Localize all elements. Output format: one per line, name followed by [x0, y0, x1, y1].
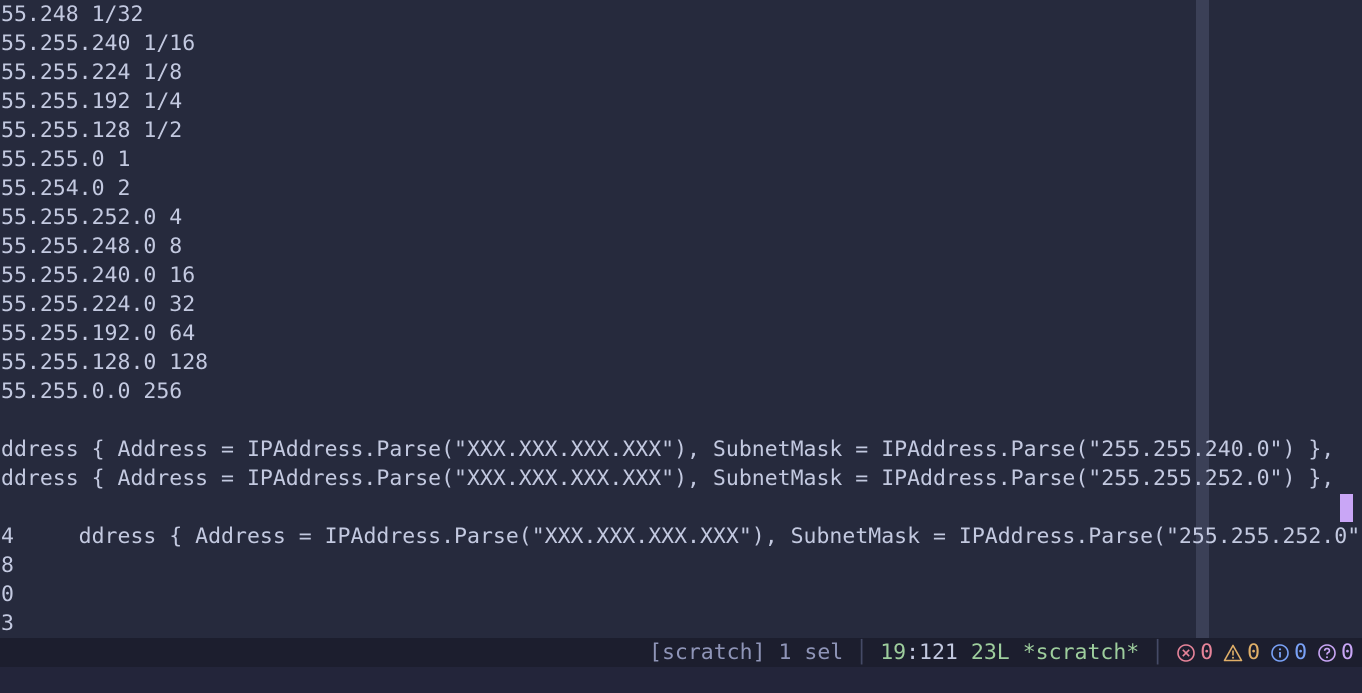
cursor-column: 121 — [919, 640, 958, 665]
editor-line[interactable]: ddress { Address = IPAddress.Parse("XXX.… — [1, 464, 1362, 493]
status-right: [scratch] 1 sel │ 19:121 23L *scratch* │… — [649, 638, 1354, 667]
editor-line[interactable]: ddress { Address = IPAddress.Parse("XXX.… — [1, 435, 1362, 464]
status-bar: [scratch] 1 sel │ 19:121 23L *scratch* │… — [0, 638, 1362, 667]
question-circle-icon — [1318, 643, 1336, 662]
editor-text[interactable]: 55.248 1/32 55.255.240 1/16 55.255.224 1… — [1, 0, 1362, 638]
buffer-name: *scratch* — [1022, 640, 1140, 665]
editor-line[interactable]: 55.255.248.0 8 — [1, 232, 1362, 261]
info-count: 0 — [1294, 640, 1308, 665]
hint-count: 0 — [1341, 640, 1354, 665]
info-indicator[interactable]: 0 — [1270, 638, 1307, 667]
hint-indicator[interactable]: 0 — [1317, 638, 1354, 667]
command-line[interactable] — [0, 667, 1362, 693]
editor-line[interactable]: 55.255.252.0 4 — [1, 203, 1362, 232]
editor-line[interactable]: 55.255.224 1/8 — [1, 58, 1362, 87]
warning-indicator[interactable]: 0 — [1223, 638, 1260, 667]
info-circle-icon — [1271, 643, 1289, 662]
editor-line-current[interactable]: ddress { Address = IPAddress.Parse("XXX.… — [1, 493, 1362, 549]
cursor-colon: : — [906, 640, 920, 665]
editor-line[interactable]: 8 — [1, 551, 1362, 580]
editor-line[interactable]: 55.255.240 1/16 — [1, 29, 1362, 58]
editor-line[interactable]: 55.255.192.0 64 — [1, 319, 1362, 348]
editor-line[interactable]: 55.254.0 2 — [1, 174, 1362, 203]
editor-line[interactable]: 55.255.240.0 16 — [1, 261, 1362, 290]
editor-line[interactable]: 55.255.224.0 32 — [1, 290, 1362, 319]
editor-line[interactable]: 55.255.128.0 128 — [1, 348, 1362, 377]
error-circle-icon — [1177, 643, 1195, 662]
line-count: 23L — [970, 640, 1010, 665]
buffer-mode: [scratch] — [649, 640, 766, 665]
editor-line[interactable]: 0 — [1, 580, 1362, 609]
editor-line[interactable]: 55.255.128 1/2 — [1, 116, 1362, 145]
editor-line[interactable]: 55.248 1/32 — [1, 0, 1362, 29]
editor-line[interactable]: 55.255.0 1 — [1, 145, 1362, 174]
editor-line[interactable]: 55.255.192 1/4 — [1, 87, 1362, 116]
editor-line[interactable] — [1, 406, 1362, 435]
editor-line[interactable]: 4 — [1, 522, 1362, 551]
status-separator: │ — [855, 640, 869, 665]
error-indicator[interactable]: 0 — [1176, 638, 1213, 667]
text-cursor — [1340, 494, 1353, 522]
error-count: 0 — [1200, 640, 1214, 665]
editor-line[interactable]: 55.255.0.0 256 — [1, 377, 1362, 406]
editor-pane[interactable]: 55.248 1/32 55.255.240 1/16 55.255.224 1… — [0, 0, 1362, 638]
status-separator: │ — [1151, 640, 1165, 665]
cursor-line: 19 — [880, 640, 907, 665]
warning-triangle-icon — [1223, 644, 1243, 661]
warning-count: 0 — [1247, 640, 1261, 665]
selection-count: 1 sel — [778, 640, 844, 665]
editor-line[interactable]: 3 — [1, 609, 1362, 638]
